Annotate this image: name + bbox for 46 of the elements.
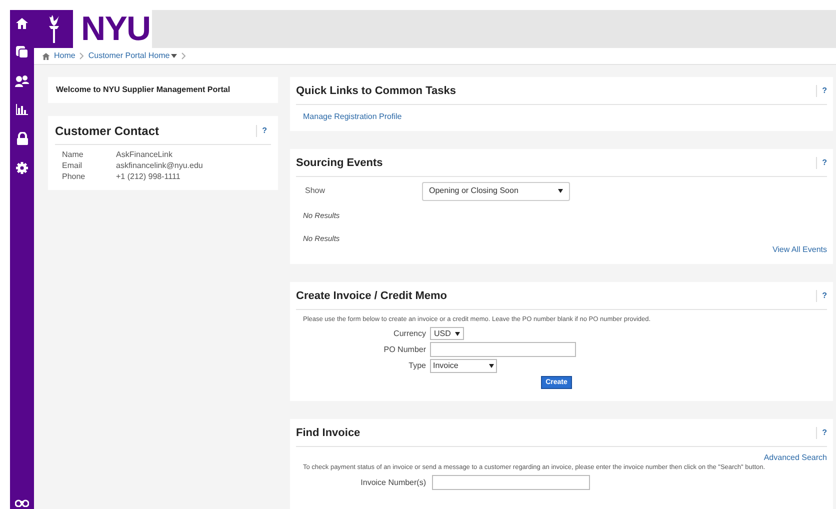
caret-icon [489,364,494,368]
field-label: Invoice Number(s) [360,476,426,489]
field-label: Email [62,160,84,171]
panel-title: Customer Contact [55,123,160,140]
breadcrumb-link[interactable]: Home [54,50,76,62]
panel-title: Sourcing Events [296,156,383,171]
field-label: Currency [392,328,426,340]
advanced-search-link[interactable]: Advanced Search [764,452,827,464]
logo-text: NYU [81,12,150,46]
help-link[interactable]: ? [816,427,827,440]
field-value: AskFinanceLink [116,149,172,160]
help-link[interactable]: ? [256,125,267,137]
view-all-link[interactable]: View All Events [772,244,827,256]
caret-icon [558,189,563,193]
binoculars-icon[interactable] [15,499,29,507]
chevron-icon [79,52,84,60]
home-icon[interactable] [16,18,28,29]
people-icon[interactable] [15,75,29,87]
type-dropdown[interactable]: Invoice [430,359,497,374]
panel-title: Create Invoice / Credit Memo [296,289,447,304]
task-link[interactable]: Manage Registration Profile [303,110,402,122]
welcome-text: Welcome to NYU Supplier Management Portal [56,84,230,96]
lock-icon[interactable] [16,132,28,145]
dropdown[interactable]: Opening or Closing Soon [422,182,570,200]
caret-icon [455,332,460,336]
field-label: Phone [62,171,86,182]
bar-chart-icon[interactable] [16,104,28,115]
caret-icon [170,54,177,58]
field-value: +1 (212) 998-1111 [116,171,180,182]
invoice-number-field[interactable] [432,475,590,490]
documents-icon[interactable] [16,46,28,58]
field-label: PO Number [382,344,426,356]
breadcrumb-link[interactable]: Customer Portal Home [88,50,177,62]
field-label: Name [62,149,84,160]
field-label: Show [304,185,326,197]
currency-dropdown[interactable]: USD [430,327,464,340]
chevron-icon [180,52,186,60]
settings-icon[interactable] [16,162,28,174]
panel-title: Find Invoice [296,426,360,441]
help-link[interactable]: ? [816,290,827,302]
field-label: Type [408,360,426,372]
field-value: askfinancelink@nyu.edu [116,160,203,171]
panel-title: Quick Links to Common Tasks [296,84,456,99]
help-link[interactable]: ? [816,85,827,98]
help-link[interactable]: ? [816,157,827,170]
po-number-field[interactable] [430,342,576,358]
